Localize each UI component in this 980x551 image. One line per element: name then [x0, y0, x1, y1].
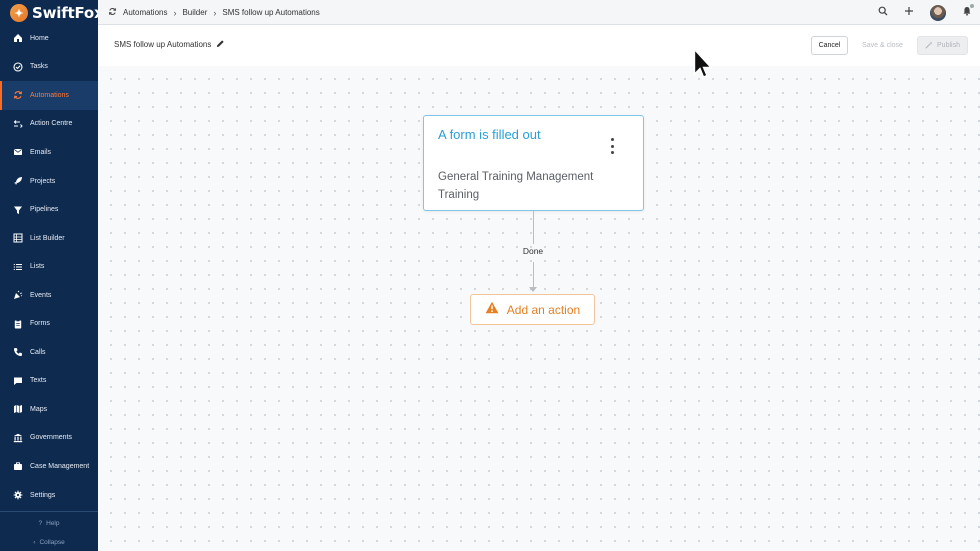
publish-button[interactable]: Publish: [917, 36, 968, 55]
help-icon: ?: [38, 519, 43, 527]
warning-icon: [485, 301, 499, 319]
sidebar-item-label: Maps: [30, 405, 48, 413]
home-icon: [13, 33, 23, 43]
publish-label: Publish: [937, 42, 960, 49]
sidebar-item-action-centre[interactable]: Action Centre: [0, 110, 98, 139]
connector-label: Done: [522, 246, 544, 256]
sidebar-item-label: Settings: [30, 491, 56, 499]
avatar[interactable]: [930, 4, 946, 21]
sidebar-item-label: Home: [30, 34, 49, 42]
list-builder-icon: [13, 233, 23, 243]
add-action-label: Add an action: [506, 302, 581, 317]
sidebar-item-events[interactable]: Events: [0, 281, 98, 310]
filter-icon: [13, 205, 23, 215]
trigger-title: A form is filled out: [438, 127, 541, 142]
sidebar-item-governments[interactable]: Governments: [0, 424, 98, 453]
sidebar: ✦ SwiftFox Home Tasks Automations Action…: [0, 0, 104, 551]
breadcrumb: Automations › Builder › SMS follow up Au…: [108, 0, 320, 25]
gear-icon: [13, 490, 23, 500]
app-logo[interactable]: ✦ SwiftFox: [10, 2, 104, 24]
sidebar-item-label: List Builder: [30, 234, 65, 242]
sidebar-item-texts[interactable]: Texts: [0, 367, 98, 396]
sidebar-item-lists[interactable]: Lists: [0, 252, 98, 281]
sidebar-item-settings[interactable]: Settings: [0, 481, 98, 510]
mouse-cursor-icon: [693, 47, 713, 82]
chevron-left-icon: ‹: [33, 538, 36, 546]
sidebar-footer: ? Help ‹ Collapse: [0, 511, 98, 551]
sidebar-item-label: Projects: [30, 177, 56, 185]
map-icon: [13, 404, 23, 414]
notification-dot: [970, 4, 974, 8]
mail-icon: [13, 147, 23, 157]
sync-icon: [108, 7, 117, 18]
save-close-button[interactable]: Save & close: [855, 36, 910, 55]
automation-name: SMS follow up Automations: [114, 40, 212, 49]
sidebar-item-label: Emails: [30, 148, 52, 156]
top-bar: Automations › Builder › SMS follow up Au…: [98, 0, 980, 25]
sidebar-item-label: Texts: [30, 377, 47, 385]
sidebar-item-emails[interactable]: Emails: [0, 138, 98, 167]
sidebar-item-label: Automations: [30, 91, 69, 99]
sidebar-item-case-management[interactable]: Case Management: [0, 452, 98, 481]
sidebar-item-label: Governments: [30, 434, 73, 442]
builder-header: SMS follow up Automations Cancel Save & …: [98, 25, 980, 66]
sidebar-item-label: Tasks: [30, 63, 48, 71]
page-title: SMS follow up Automations: [114, 39, 225, 50]
help-link[interactable]: ? Help: [0, 515, 98, 531]
sidebar-item-label: Events: [30, 291, 52, 299]
check-circle-icon: [13, 62, 23, 72]
breadcrumb-automations[interactable]: Automations: [123, 8, 167, 17]
sidebar-item-calls[interactable]: Calls: [0, 338, 98, 367]
clipboard-icon: [13, 319, 23, 329]
sidebar-item-automations[interactable]: Automations: [0, 81, 98, 110]
sidebar-item-label: Forms: [30, 320, 50, 328]
sync-icon: [13, 90, 23, 100]
sidebar-item-label: Lists: [30, 263, 45, 271]
sidebar-item-label: Calls: [30, 348, 46, 356]
connector-line: [533, 262, 534, 289]
sidebar-item-forms[interactable]: Forms: [0, 309, 98, 338]
help-label: Help: [46, 519, 60, 527]
rocket-icon: [13, 176, 23, 186]
wand-icon: [925, 40, 933, 51]
phone-icon: [13, 347, 23, 357]
more-vertical-icon[interactable]: [608, 136, 616, 156]
list-icon: [13, 262, 23, 272]
fox-logo-icon: ✦: [10, 4, 28, 22]
trigger-card[interactable]: A form is filled out General Training Ma…: [423, 115, 644, 211]
breadcrumb-builder[interactable]: Builder: [182, 8, 207, 17]
bank-icon: [13, 433, 23, 443]
app-name: SwiftFox: [32, 4, 104, 22]
breadcrumb-current: SMS follow up Automations: [222, 8, 320, 17]
bell-icon[interactable]: [962, 4, 974, 19]
sidebar-item-list-builder[interactable]: List Builder: [0, 224, 98, 253]
trigger-subtitle: General Training Management Training: [438, 171, 594, 201]
cancel-button[interactable]: Cancel: [811, 36, 848, 55]
add-action-button[interactable]: Add an action: [470, 294, 595, 325]
pencil-icon[interactable]: [216, 39, 225, 50]
party-icon: [13, 290, 23, 300]
sidebar-nav: Home Tasks Automations Action Centre Ema…: [0, 24, 98, 509]
collapse-sidebar-button[interactable]: ‹ Collapse: [0, 534, 98, 550]
plus-icon[interactable]: [904, 6, 914, 19]
chevron-right-icon: ›: [213, 7, 217, 18]
chat-icon: [13, 376, 23, 386]
collapse-label: Collapse: [39, 538, 65, 546]
top-bar-actions: [878, 0, 974, 25]
sidebar-item-label: Action Centre: [30, 120, 73, 128]
search-icon[interactable]: [878, 6, 888, 19]
sidebar-item-label: Pipelines: [30, 206, 59, 214]
briefcase-icon: [13, 461, 23, 471]
sidebar-item-home[interactable]: Home: [0, 24, 98, 53]
sidebar-item-label: Case Management: [30, 462, 90, 470]
sidebar-item-pipelines[interactable]: Pipelines: [0, 195, 98, 224]
connector-arrow: [529, 287, 537, 292]
sidebar-item-projects[interactable]: Projects: [0, 167, 98, 196]
connector-line: [533, 211, 534, 244]
sidebar-item-maps[interactable]: Maps: [0, 395, 98, 424]
chevron-right-icon: ›: [173, 7, 177, 18]
action-centre-icon: [13, 119, 23, 129]
sidebar-item-tasks[interactable]: Tasks: [0, 53, 98, 82]
